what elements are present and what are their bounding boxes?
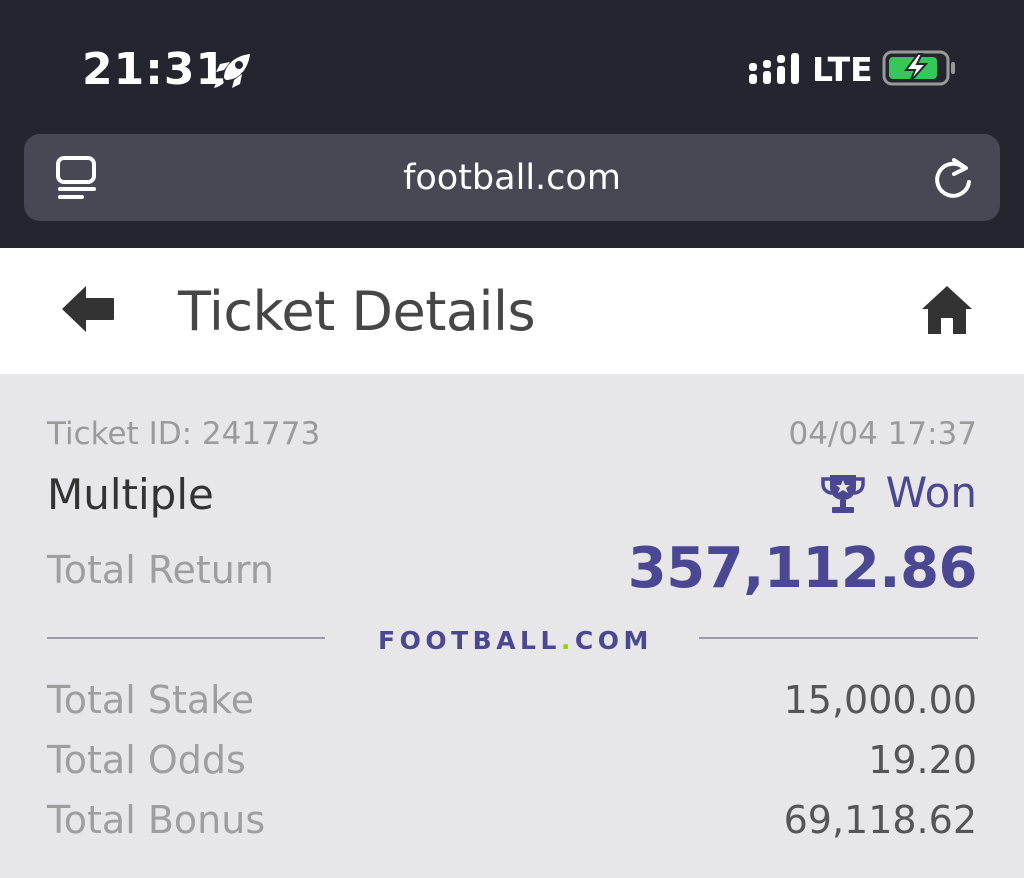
trophy-icon — [820, 474, 865, 513]
divider — [699, 637, 978, 639]
rocket-icon — [214, 54, 250, 88]
total-return-label: Total Return — [47, 548, 274, 592]
network-type: LTE — [812, 50, 873, 89]
ticket-id: Ticket ID: 241773 — [47, 416, 321, 452]
total-return-value: 357,112.86 — [627, 536, 978, 601]
total-bonus-label: Total Bonus — [47, 798, 266, 842]
signal-icon — [749, 53, 799, 84]
battery-charging-icon — [882, 50, 955, 86]
status-time: 21:31 — [82, 44, 228, 95]
ticket-datetime: 04/04 17:37 — [788, 416, 977, 452]
status-badge: Won — [820, 468, 977, 517]
total-odds-label: Total Odds — [47, 738, 246, 782]
total-bonus-value: 69,118.62 — [783, 798, 977, 842]
status-text: Won — [885, 468, 977, 517]
reload-icon[interactable] — [930, 154, 976, 202]
brand-logo: FOOTBALL.COM — [378, 626, 653, 655]
page-title: Ticket Details — [178, 280, 536, 343]
address-bar[interactable]: football.com — [24, 134, 1000, 221]
back-arrow-icon[interactable] — [60, 282, 116, 336]
url-text[interactable]: football.com — [24, 158, 1000, 198]
divider — [47, 637, 325, 639]
home-icon[interactable] — [920, 284, 974, 336]
total-stake-label: Total Stake — [47, 678, 255, 722]
bet-type: Multiple — [47, 470, 214, 519]
total-odds-value: 19.20 — [868, 738, 977, 782]
total-stake-value: 15,000.00 — [783, 678, 977, 722]
